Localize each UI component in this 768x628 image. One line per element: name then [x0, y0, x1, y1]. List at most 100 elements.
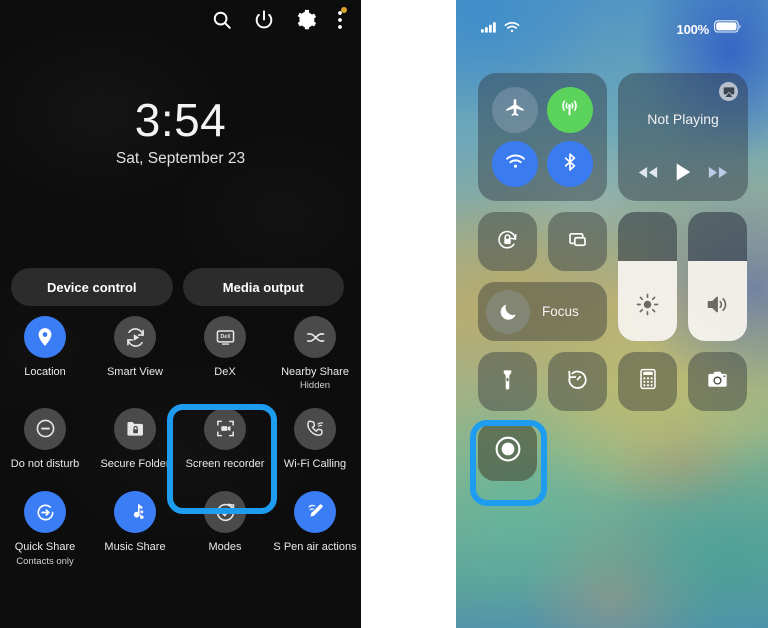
device-control-label: Device control: [46, 279, 137, 295]
controls-column: Focus: [478, 212, 607, 341]
quick-tile-s-pen-air-actions[interactable]: S Pen air actions: [270, 491, 360, 567]
quick-settings-row: Do not disturb Secure Folder Screen reco…: [0, 407, 361, 471]
timer-icon: [565, 367, 590, 397]
cc-bluetooth[interactable]: [546, 141, 593, 187]
cc-focus[interactable]: Focus: [478, 282, 607, 341]
quick-tile-music-share[interactable]: Music Share: [90, 491, 180, 567]
quick-tile-sublabel: Contacts only: [16, 555, 74, 567]
quick-settings-grid: Location Smart View DeX DeX Nearby Share…: [0, 316, 361, 567]
media-title: Not Playing: [647, 111, 719, 127]
cc-timer[interactable]: [548, 352, 607, 411]
quick-tile-quick-share[interactable]: Quick Share Contacts only: [0, 491, 90, 567]
settings-gear-icon[interactable]: [295, 9, 317, 31]
cellular-icon: [558, 96, 581, 124]
do-not-disturb-icon: [24, 407, 66, 450]
screen-recorder-icon: [204, 407, 246, 450]
play-icon[interactable]: [674, 162, 692, 187]
dex-icon: DeX: [204, 316, 246, 358]
music-share-icon: [114, 491, 156, 534]
cc-flashlight[interactable]: [478, 352, 537, 411]
media-output-button[interactable]: Media output: [182, 268, 344, 306]
flashlight-icon: [495, 367, 520, 397]
notification-badge-dot: [341, 7, 347, 13]
quick-tile-label: Smart View: [106, 366, 164, 378]
quick-tile-do-not-disturb[interactable]: Do not disturb: [0, 407, 90, 471]
cc-wifi[interactable]: [492, 141, 539, 187]
connectivity-card: [478, 73, 607, 201]
android-quick-panel: 3:54 Sat, September 23 Device control Me…: [0, 0, 361, 628]
device-control-button[interactable]: Device control: [11, 268, 173, 306]
airplay-icon[interactable]: [719, 82, 738, 101]
overflow-menu-icon[interactable]: [337, 7, 347, 31]
quick-tile-sublabel: Hidden: [299, 380, 331, 392]
quick-settings-row: Quick Share Contacts only Music Share Mo…: [0, 491, 361, 567]
quick-tile-label: Location: [24, 366, 66, 378]
focus-label: Focus: [542, 304, 579, 319]
location-pin-icon: [24, 316, 66, 358]
quick-tile-label: Secure Folder: [100, 457, 170, 470]
cc-screen-mirroring[interactable]: [548, 212, 607, 271]
rotation-lock-icon: [495, 227, 520, 257]
nearby-share-icon: [294, 316, 336, 358]
quick-tile-secure-folder[interactable]: Secure Folder: [90, 407, 180, 471]
cc-camera[interactable]: [688, 352, 747, 411]
quick-tile-nearby-share[interactable]: Nearby Share Hidden: [270, 316, 360, 392]
media-controls: [618, 162, 748, 187]
control-center-middle-row: Focus: [478, 212, 748, 341]
cc-airplane-mode[interactable]: [492, 87, 539, 133]
cc-screen-recording[interactable]: [478, 422, 537, 481]
smart-view-icon: [114, 316, 156, 358]
quick-tile-smart-view[interactable]: Smart View: [90, 316, 180, 392]
calculator-icon: [636, 367, 660, 396]
quick-tile-label: Nearby Share: [281, 366, 349, 378]
battery-full-icon: [714, 20, 742, 38]
screen-record-row: [478, 422, 748, 481]
quick-tile-label: Quick Share: [14, 541, 76, 554]
quick-tile-label: Music Share: [104, 541, 166, 554]
svg-text:DeX: DeX: [220, 334, 231, 340]
modes-icon: [204, 491, 246, 534]
quick-tile-label: S Pen air actions: [273, 541, 357, 554]
secure-folder-icon: [114, 407, 156, 450]
camera-icon: [705, 367, 730, 397]
statusbar-right: 100%: [677, 20, 742, 38]
quick-tile-label: Screen recorder: [185, 457, 265, 470]
media-playback-card[interactable]: Not Playing: [618, 73, 748, 201]
cc-rotation-lock[interactable]: [478, 212, 537, 271]
comparison-screenshot: 3:54 Sat, September 23 Device control Me…: [0, 0, 768, 628]
cc-calculator[interactable]: [618, 352, 677, 411]
quick-tile-location[interactable]: Location: [0, 316, 90, 392]
search-icon[interactable]: [211, 9, 233, 31]
cellular-signal-icon: [481, 20, 499, 38]
panel-action-pills: Device control Media output: [11, 268, 344, 306]
quick-tile-wifi-calling[interactable]: Wi-Fi Calling: [270, 407, 360, 471]
control-center-bottom-row: [478, 352, 748, 411]
ios-statusbar: 100%: [456, 0, 768, 58]
quick-tile-modes[interactable]: Modes: [180, 491, 270, 567]
cc-brightness-slider[interactable]: [618, 212, 677, 341]
clock-date: Sat, September 23: [115, 150, 246, 168]
quick-tile-screen-recorder[interactable]: Screen recorder: [180, 407, 270, 471]
battery-percent-label: 100%: [676, 21, 710, 37]
wifi-icon: [504, 20, 520, 38]
volume-icon: [688, 292, 747, 317]
clock-time: 3:54: [134, 94, 227, 146]
power-icon[interactable]: [253, 9, 275, 31]
media-output-label: Media output: [222, 279, 304, 295]
android-statusbar: [0, 0, 361, 40]
airplane-icon: [504, 97, 526, 124]
small-toggle-pair: [478, 212, 607, 271]
s-pen-icon: [294, 491, 336, 534]
control-center-grid: Not Playing Focus: [478, 73, 748, 481]
bluetooth-icon: [559, 151, 581, 178]
slider-group: [618, 212, 747, 341]
forward-icon[interactable]: [707, 165, 729, 185]
quick-tile-dex[interactable]: DeX DeX: [180, 316, 270, 392]
cc-cellular-data[interactable]: [546, 87, 593, 133]
wifi-icon: [504, 150, 527, 178]
quick-tile-label: Modes: [208, 541, 242, 554]
rewind-icon[interactable]: [637, 165, 659, 185]
moon-icon: [486, 289, 530, 334]
cc-volume-slider[interactable]: [688, 212, 747, 341]
ios-control-center: 100% Not Playing Focus: [456, 0, 768, 628]
